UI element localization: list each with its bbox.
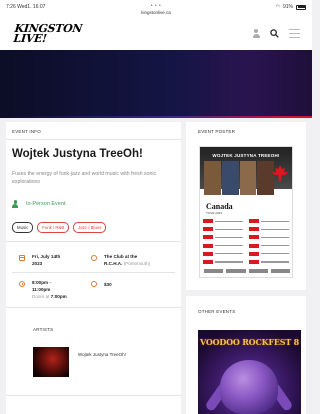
event-time: 8:00pm - 11:00pm Doors at 7:00pm — [32, 279, 67, 300]
poster-country: Canada — [206, 202, 233, 211]
logo-line-2: LIVE! — [12, 32, 48, 45]
time-start: 8:00pm - — [32, 280, 51, 285]
tag-jazz-blues[interactable]: Jazz / Blues — [73, 222, 107, 233]
poster-photos — [204, 161, 274, 195]
site-header: KINGSTON LIVE! — [0, 20, 312, 50]
status-indicators: ◠ 91% — [276, 4, 306, 10]
calendar-icon — [19, 255, 25, 261]
event-date-day: Fri, July 14th — [32, 254, 61, 259]
divider — [6, 395, 181, 396]
battery-level: 91% — [282, 4, 293, 10]
venue-note: (Portsmouth) — [123, 261, 151, 266]
url-bar[interactable]: kingstonlive.ca — [0, 10, 312, 15]
other-event-poster[interactable]: VOODOO ROCKFEST 8 — [198, 330, 301, 414]
poster-sponsors — [204, 269, 290, 273]
browser-grabber: • • • — [150, 3, 162, 9]
event-description: Fuses the energy of funk-jazz and world … — [12, 171, 157, 185]
event-info-label: EVENT INFO — [12, 129, 41, 134]
person-icon — [12, 200, 20, 208]
event-title: Wojtek Justyna TreeOh! — [12, 148, 143, 160]
location-icon — [91, 255, 97, 261]
event-type-label: In-Person Event — [26, 201, 66, 207]
divider — [6, 241, 181, 242]
banner-accent-line — [0, 116, 312, 118]
poster-tour-dates — [203, 219, 291, 268]
header-actions — [252, 29, 300, 38]
hero-banner — [0, 50, 312, 118]
tag-music[interactable]: Music — [12, 222, 34, 233]
event-venue[interactable]: The Club at the R.C.H.A. (Portsmouth) — [104, 253, 150, 267]
battery-icon — [296, 4, 306, 10]
site-logo[interactable]: KINGSTON LIVE! — [12, 22, 83, 45]
other-event-title: VOODOO ROCKFEST 8 — [199, 337, 300, 347]
price-icon — [91, 281, 97, 287]
divider — [6, 139, 181, 140]
wifi-icon: ◠ — [275, 4, 280, 10]
doors-time: 7:00pm — [50, 294, 67, 299]
event-price: $30 — [104, 282, 112, 287]
artist-name[interactable]: Wojtek Justyna TreeOh! — [78, 352, 126, 357]
tag-list: Music Funk / R&B Jazz / Blues — [12, 222, 107, 233]
octopus-illustration — [220, 360, 278, 414]
other-events-label: OTHER EVENTS — [198, 309, 236, 314]
tag-funk-rnb[interactable]: Funk / R&B — [37, 222, 70, 233]
poster-subtitle: TOUR 2023 — [206, 211, 222, 215]
search-icon[interactable] — [270, 29, 279, 38]
poster-title: WOJTEK JUSTYNA TREEOH! — [212, 153, 280, 158]
artist-photo[interactable] — [33, 347, 69, 377]
doors-label: Doors at — [32, 294, 50, 299]
event-poster-image[interactable]: WOJTEK JUSTYNA TREEOH! Canada TOUR 2023 — [199, 146, 293, 278]
divider — [6, 307, 181, 308]
event-date-year: 2023 — [32, 261, 43, 266]
artists-label: ARTISTS — [33, 327, 54, 332]
time-end: 11:00pm — [32, 287, 51, 292]
event-poster-label: EVENT POSTER — [198, 129, 236, 134]
clock-icon — [19, 281, 25, 287]
menu-icon[interactable] — [289, 29, 300, 38]
user-icon[interactable] — [252, 29, 260, 38]
status-bar: 7:26 Wed1. 16:07 • • • kingstonlive.ca ◠… — [0, 0, 312, 20]
event-type: In-Person Event — [12, 200, 65, 208]
divider — [12, 272, 175, 273]
event-date: Fri, July 14th 2023 — [32, 253, 60, 267]
venue-line-1: The Club at the — [104, 254, 138, 259]
venue-line-2: R.C.H.A. — [104, 261, 123, 266]
